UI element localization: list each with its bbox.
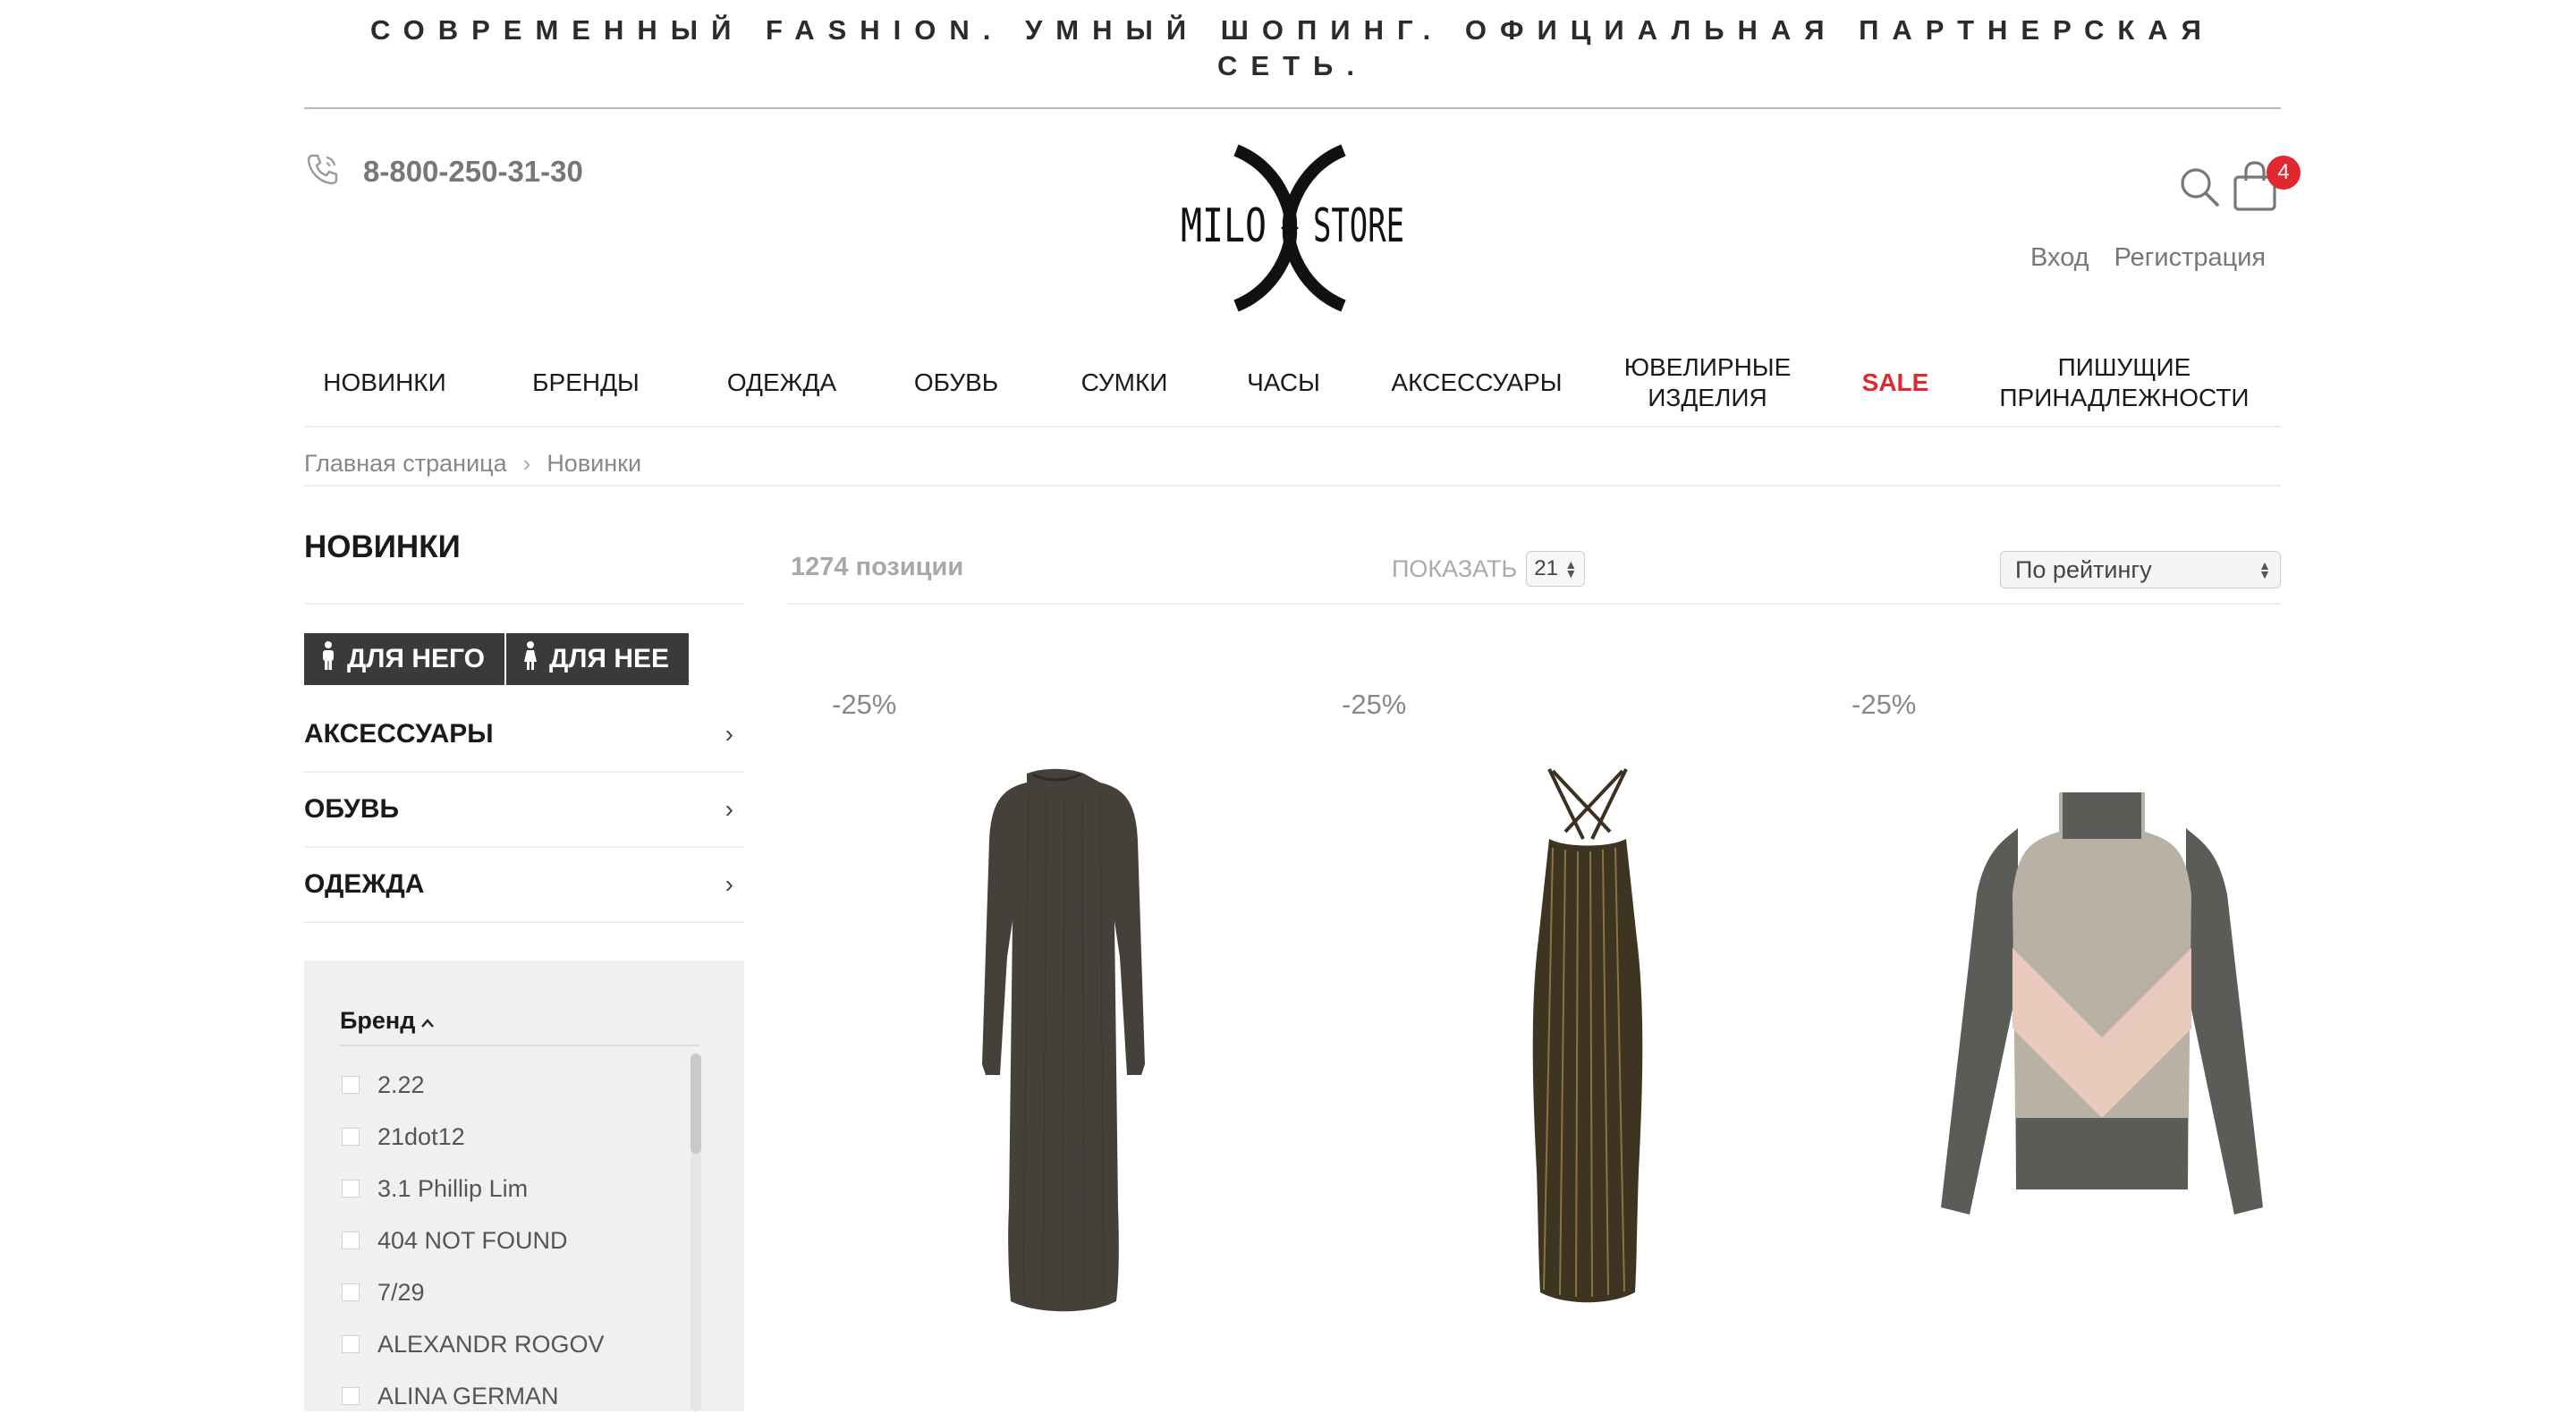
main-nav: НОВИНКИ БРЕНДЫ ОДЕЖДА ОБУВЬ СУМКИ ЧАСЫ А… <box>304 340 2281 427</box>
brand-option[interactable]: ALEXANDR ROGOV <box>342 1318 605 1370</box>
chevron-right-icon: › <box>724 795 733 823</box>
woman-icon <box>522 640 538 678</box>
brand-label: 7/29 <box>377 1278 425 1306</box>
auth-links: Вход Регистрация <box>2030 243 2266 273</box>
title-divider <box>304 603 744 605</box>
logo-right-text: STORE <box>1313 199 1404 253</box>
sort-select[interactable]: По рейтингу ▲ ▼ <box>2000 551 2281 588</box>
page-title: НОВИНКИ <box>304 529 461 564</box>
product-card[interactable]: -25% <box>1852 689 2352 1333</box>
brand-list-scroll-thumb[interactable] <box>691 1054 701 1154</box>
nav-item-brands[interactable]: БРЕНДЫ <box>519 340 653 426</box>
brand-list: 2.22 21dot12 3.1 Phillip Lim 404 NOT FOU… <box>342 1059 605 1422</box>
brand-filter-toggle[interactable]: Бренд <box>340 996 699 1046</box>
brand-label: 3.1 Phillip Lim <box>377 1174 529 1202</box>
brand-option[interactable]: 404 NOT FOUND <box>342 1215 605 1266</box>
brand-filter-title: Бренд <box>340 1006 416 1034</box>
promo-banner: СОВРЕМЕННЫЙ FASHION. УМНЫЙ ШОПИНГ. ОФИЦИ… <box>370 14 2215 81</box>
category-clothing[interactable]: ОДЕЖДА › <box>304 848 744 923</box>
checkbox[interactable] <box>342 1283 360 1301</box>
checkbox[interactable] <box>342 1335 360 1353</box>
brand-label: ALINA GERMAN <box>377 1382 559 1409</box>
for-her-label: ДЛЯ НЕЕ <box>549 644 670 673</box>
brand-filter-panel: Бренд 2.22 21dot12 3.1 Phillip Lim 404 N… <box>304 961 744 1411</box>
brand-option[interactable]: 3.1 Phillip Lim <box>342 1163 605 1215</box>
breadcrumb-current: Новинки <box>547 449 642 477</box>
phone-block[interactable]: 8-800-250-31-30 <box>304 150 583 192</box>
discount-badge: -25% <box>832 689 897 720</box>
category-label: ОБУВЬ <box>304 794 400 824</box>
nav-item-new[interactable]: НОВИНКИ <box>304 340 465 426</box>
checkbox[interactable] <box>342 1180 360 1198</box>
select-arrows-icon: ▲ ▼ <box>1564 557 1578 580</box>
logo-left-text: MILO <box>1181 199 1267 253</box>
category-label: АКСЕССУАРЫ <box>304 719 494 749</box>
brand-option[interactable]: ALINA GERMAN <box>342 1370 605 1422</box>
chevron-up-icon <box>420 1007 435 1035</box>
register-link[interactable]: Регистрация <box>2114 243 2267 273</box>
search-icon[interactable] <box>2177 165 2222 214</box>
checkbox[interactable] <box>342 1232 360 1249</box>
nav-item-watches[interactable]: ЧАСЫ <box>1216 340 1351 426</box>
nav-item-shoes[interactable]: ОБУВЬ <box>889 340 1023 426</box>
brand-label: ALEXANDR ROGOV <box>377 1330 605 1358</box>
per-page-control: ПОКАЗАТЬ 21 ▲ ▼ <box>1392 551 1586 587</box>
brand-option[interactable]: 2.22 <box>342 1059 605 1111</box>
for-her-button[interactable]: ДЛЯ НЕЕ <box>506 633 690 685</box>
per-page-label: ПОКАЗАТЬ <box>1392 554 1518 582</box>
toolbar-divider <box>787 603 2281 605</box>
brand-label: 21dot12 <box>377 1122 465 1150</box>
per-page-value: 21 <box>1534 556 1558 580</box>
phone-icon <box>304 150 342 192</box>
product-card[interactable]: -25% <box>1342 689 1843 1333</box>
product-image[interactable] <box>832 742 1333 1333</box>
checkbox[interactable] <box>342 1076 360 1094</box>
breadcrumb-separator-icon: › <box>522 449 531 477</box>
brand-label: 2.22 <box>377 1071 425 1098</box>
checkbox[interactable] <box>342 1128 360 1146</box>
chevron-right-icon: › <box>724 720 733 748</box>
for-him-button[interactable]: ДЛЯ НЕГО <box>304 633 504 685</box>
page: СОВРЕМЕННЫЙ FASHION. УМНЫЙ ШОПИНГ. ОФИЦИ… <box>0 0 2576 1411</box>
select-arrows-icon: ▲ ▼ <box>2258 558 2271 581</box>
brand-option[interactable]: 7/29 <box>342 1266 605 1318</box>
brand-option[interactable]: 21dot12 <box>342 1111 605 1163</box>
nav-item-sale[interactable]: SALE <box>1837 340 1953 426</box>
checkbox[interactable] <box>342 1387 360 1405</box>
nav-item-jewelry[interactable]: ЮВЕЛИРНЫЕ ИЗДЕЛИЯ <box>1596 340 1819 426</box>
category-shoes[interactable]: ОБУВЬ › <box>304 773 744 848</box>
banner-divider <box>304 107 2281 109</box>
per-page-select[interactable]: 21 ▲ ▼ <box>1526 551 1586 587</box>
sort-value: По рейтингу <box>2015 555 2152 583</box>
chevron-right-icon: › <box>724 870 733 898</box>
nav-item-accessories[interactable]: АКСЕССУАРЫ <box>1365 340 1589 426</box>
nav-item-stationery[interactable]: ПИШУЩИЕ ПРИНАДЛЕЖНОСТИ <box>1986 340 2263 426</box>
breadcrumb-home[interactable]: Главная страница <box>304 450 507 478</box>
discount-badge: -25% <box>1342 689 1407 720</box>
milo-store-logo[interactable]: MILO STORE <box>1156 143 1424 313</box>
cart-count-badge: 4 <box>2267 156 2301 190</box>
login-link[interactable]: Вход <box>2030 243 2089 273</box>
man-icon <box>320 640 336 678</box>
nav-item-clothing[interactable]: ОДЕЖДА <box>701 340 862 426</box>
brand-label: 404 NOT FOUND <box>377 1226 568 1254</box>
category-label: ОДЕЖДА <box>304 869 425 899</box>
phone-number[interactable]: 8-800-250-31-30 <box>363 155 583 189</box>
breadcrumb: Главная страница › Новинки <box>304 442 2281 487</box>
discount-badge: -25% <box>1852 689 1917 720</box>
product-card[interactable]: -25% <box>832 689 1333 1333</box>
product-image[interactable] <box>1342 742 1843 1333</box>
nav-item-bags[interactable]: СУМКИ <box>1057 340 1191 426</box>
items-count: 1274 позиции <box>791 553 964 581</box>
for-him-label: ДЛЯ НЕГО <box>347 644 485 673</box>
product-image[interactable] <box>1852 742 2352 1333</box>
category-accessories[interactable]: АКСЕССУАРЫ › <box>304 698 744 773</box>
